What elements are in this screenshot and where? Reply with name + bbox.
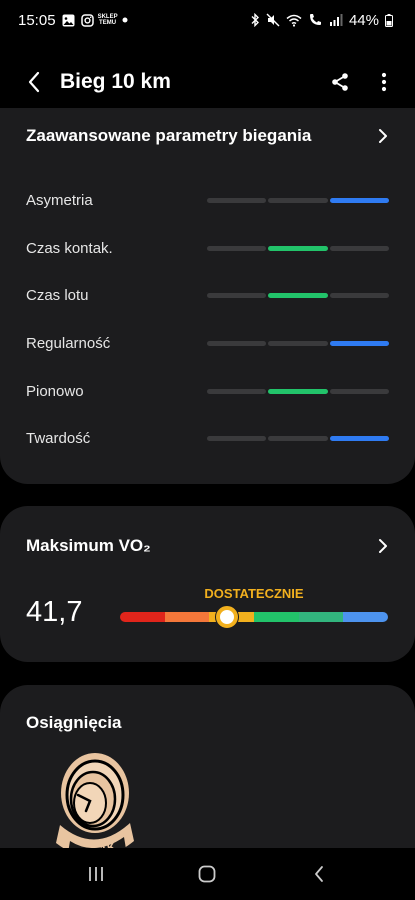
level-segment: [268, 292, 328, 298]
param-row-stiffness: Twardość: [26, 428, 389, 448]
chevron-right-icon: [373, 536, 393, 556]
param-label: Czas lotu: [26, 286, 89, 304]
app-actions: [325, 67, 399, 97]
vo2max-card[interactable]: Maksimum VO₂ 41,7 DOSTATECZNIE: [0, 506, 415, 662]
level-segment: [329, 340, 389, 346]
param-level-bar: [207, 388, 389, 394]
app-bar: Bieg 10 km: [0, 58, 415, 106]
level-segment: [207, 388, 267, 394]
param-label: Twardość: [26, 429, 91, 447]
system-nav-bar: [0, 848, 415, 900]
level-segment: [207, 340, 267, 346]
param-row-contact-time: Czas kontak.: [26, 238, 389, 258]
vo2max-value: 41,7: [26, 596, 83, 628]
level-segment: [207, 435, 267, 441]
param-label: Asymetria: [26, 191, 93, 209]
share-icon: [332, 73, 348, 91]
level-segment: [207, 197, 267, 203]
param-level-bar: [207, 245, 389, 251]
mute-icon: [266, 13, 280, 27]
gauge-segment: [164, 612, 210, 622]
achievements-header: Osiągnięcia: [26, 713, 393, 733]
achievements-title: Osiągnięcia: [26, 713, 122, 732]
level-segment: [329, 197, 389, 203]
wifi-calling-icon: [308, 13, 323, 27]
bluetooth-icon: [250, 13, 260, 27]
gauge-segment: [254, 612, 299, 622]
status-bar: 15:05 SKLEP TEMU 44%: [0, 0, 415, 40]
battery-icon: [385, 13, 393, 27]
gauge-segment: [298, 612, 344, 622]
param-level-bar: [207, 197, 389, 203]
vo2max-marker: [216, 606, 239, 628]
more-notifications-dot-icon: [122, 17, 128, 23]
status-left: 15:05 SKLEP TEMU: [18, 12, 128, 29]
chevron-right-icon: [373, 126, 393, 146]
advanced-params-card[interactable]: Zaawansowane parametry biegania Asymetri…: [0, 108, 415, 484]
param-level-bar: [207, 340, 389, 346]
param-row-regularity: Regularność: [26, 333, 389, 353]
status-time: 15:05: [18, 11, 56, 29]
param-label: Pionowo: [26, 382, 84, 400]
vo2max-category: DOSTATECZNIE: [204, 586, 304, 601]
temu-icon: SKLEP TEMU: [97, 14, 118, 26]
level-segment: [268, 435, 328, 441]
param-level-bar: [207, 435, 389, 441]
param-level-bar: [207, 292, 389, 298]
level-segment: [268, 197, 328, 203]
level-segment: [207, 245, 267, 251]
status-right: 44%: [250, 12, 393, 29]
level-segment: [329, 388, 389, 394]
param-label: Regularność: [26, 334, 111, 352]
level-segment: [268, 340, 328, 346]
level-segment: [268, 245, 328, 251]
recent-apps-button[interactable]: [76, 854, 116, 894]
level-segment: [329, 245, 389, 251]
param-row-asymmetry: Asymetria: [26, 190, 389, 210]
param-row-vertical: Pionowo: [26, 381, 389, 401]
level-segment: [329, 292, 389, 298]
page-title: Bieg 10 km: [60, 70, 171, 93]
home-button[interactable]: [187, 854, 227, 894]
home-icon: [199, 865, 216, 883]
gauge-segment: [120, 612, 165, 622]
vo2max-gauge: [120, 612, 388, 622]
gauge-segment: [343, 612, 388, 622]
back-arrow-icon: [28, 71, 40, 93]
instagram-icon: [80, 13, 94, 27]
back-icon: [315, 866, 324, 882]
level-segment: [329, 435, 389, 441]
battery-percent: 44%: [348, 11, 379, 29]
more-options-button[interactable]: [369, 67, 399, 97]
signal-icon: [329, 14, 343, 26]
gallery-icon: [62, 14, 75, 27]
level-segment: [268, 388, 328, 394]
more-vert-icon: [381, 72, 387, 92]
vo2max-title: Maksimum VO₂: [26, 536, 151, 555]
back-button[interactable]: [16, 64, 52, 100]
share-button[interactable]: [325, 67, 355, 97]
system-back-button[interactable]: [299, 854, 339, 894]
param-label: Czas kontak.: [26, 239, 113, 257]
advanced-params-title: Zaawansowane parametry biegania: [26, 126, 312, 145]
recent-apps-icon: [88, 867, 103, 881]
param-row-flight-time: Czas lotu: [26, 285, 389, 305]
advanced-params-header[interactable]: Zaawansowane parametry biegania: [26, 126, 393, 146]
vo2max-header[interactable]: Maksimum VO₂: [26, 536, 393, 556]
wifi-icon: [286, 14, 302, 27]
level-segment: [207, 292, 267, 298]
